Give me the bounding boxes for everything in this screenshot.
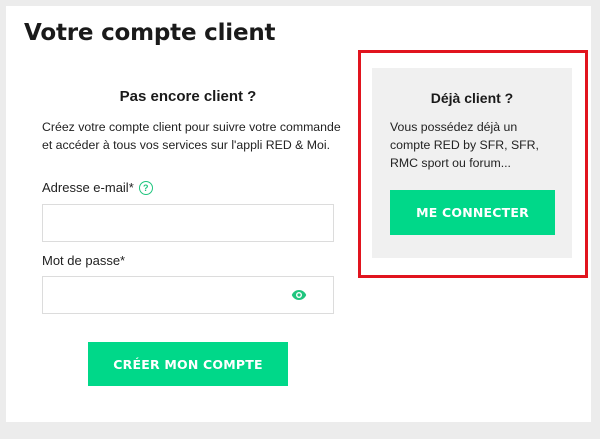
login-title: Déjà client ? [430, 90, 514, 106]
email-label: Adresse e-mail* ? [42, 180, 153, 195]
page-title: Votre compte client [24, 20, 276, 46]
help-icon[interactable]: ? [138, 180, 153, 195]
password-label-text: Mot de passe* [42, 253, 126, 268]
password-field-wrapper [42, 276, 334, 314]
signup-title: Pas encore client ? [119, 88, 257, 105]
eye-icon[interactable] [291, 289, 307, 301]
password-label: Mot de passe* [42, 253, 125, 268]
email-field-wrapper [42, 204, 334, 242]
login-panel: Déjà client ? Vous possédez déjà un comp… [372, 68, 572, 258]
connect-button[interactable]: ME CONNECTER [390, 190, 555, 235]
email-label-text: Adresse e-mail* [42, 180, 134, 195]
email-field[interactable] [43, 205, 333, 241]
create-account-button[interactable]: CRÉER MON COMPTE [88, 342, 288, 386]
signup-intro: Créez votre compte client pour suivre vo… [42, 120, 341, 152]
login-text: Vous possédez déjà un compte RED by SFR,… [390, 120, 539, 170]
password-field[interactable] [43, 277, 333, 313]
